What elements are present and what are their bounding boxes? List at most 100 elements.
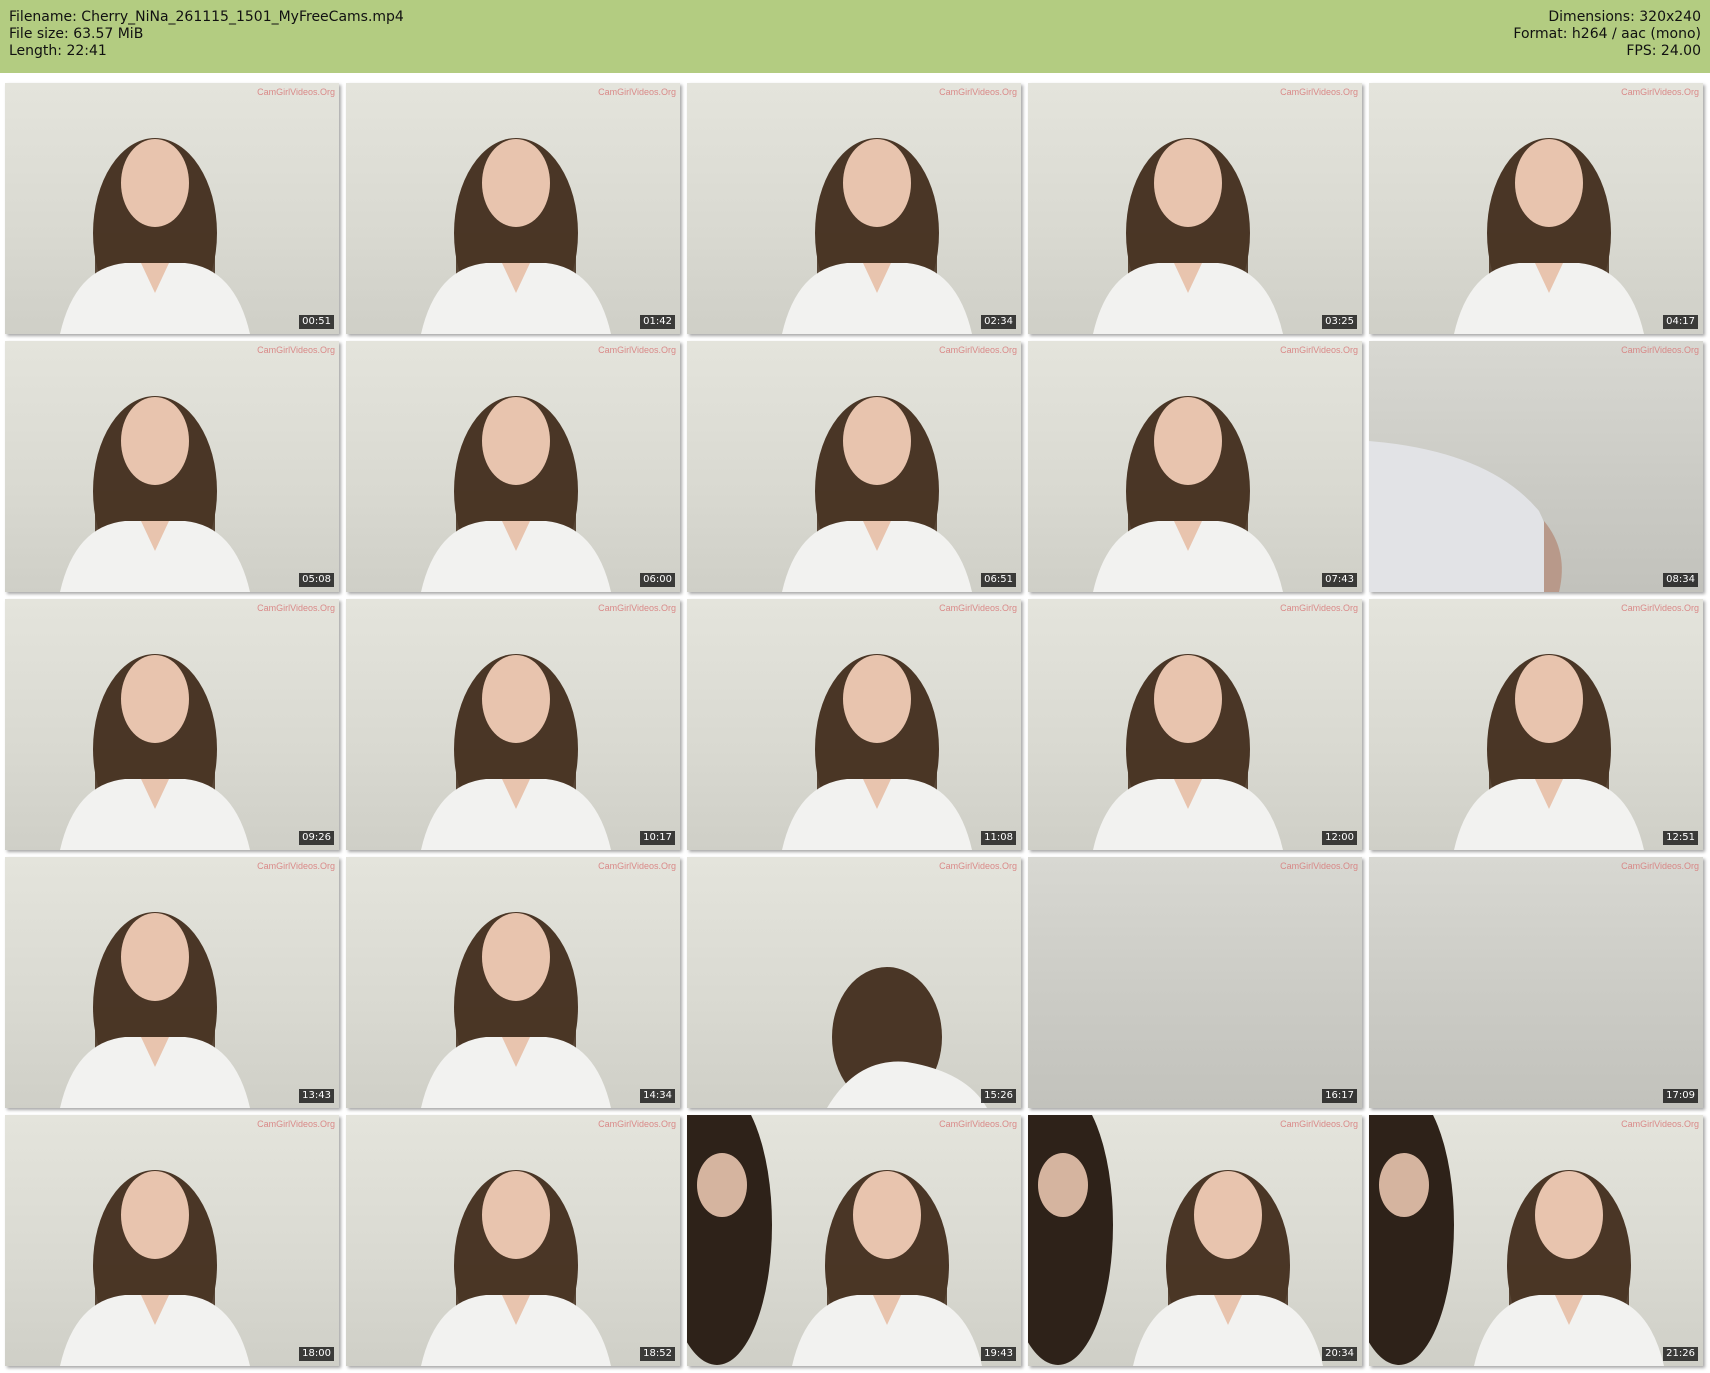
- frame-image: [1454, 654, 1644, 850]
- dimensions-text: Dimensions: 320x240: [1548, 9, 1701, 25]
- timestamp-label: 18:00: [299, 1347, 334, 1361]
- frame-image: [827, 967, 987, 1108]
- timestamp-label: 09:26: [299, 831, 334, 845]
- frame-image: [782, 138, 972, 334]
- video-frame-thumbnail: CamGirlVideos.Org 12:51: [1369, 599, 1703, 850]
- video-frame-thumbnail: CamGirlVideos.Org 05:08: [5, 341, 339, 592]
- watermark-text: CamGirlVideos.Org: [257, 603, 335, 613]
- frame-image: [1093, 396, 1283, 592]
- frame-image: [782, 396, 972, 592]
- frame-image: [1093, 654, 1283, 850]
- file-info: Filename: Cherry_NiNa_261115_1501_MyFree…: [9, 9, 404, 60]
- frame-image: [60, 654, 250, 850]
- video-frame-thumbnail: CamGirlVideos.Org 02:34: [687, 83, 1021, 334]
- timestamp-label: 11:08: [981, 831, 1016, 845]
- fps-text: FPS: 24.00: [1626, 43, 1701, 59]
- frame-image: [1028, 857, 1362, 1108]
- timestamp-label: 12:00: [1322, 831, 1357, 845]
- video-frame-thumbnail: CamGirlVideos.Org 18:52: [346, 1115, 680, 1366]
- video-frame-thumbnail: CamGirlVideos.Org 11:08: [687, 599, 1021, 850]
- watermark-text: CamGirlVideos.Org: [1621, 1119, 1699, 1129]
- timestamp-label: 03:25: [1322, 315, 1357, 329]
- frame-image: [60, 1170, 250, 1366]
- watermark-text: CamGirlVideos.Org: [257, 861, 335, 871]
- info-header: Filename: Cherry_NiNa_261115_1501_MyFree…: [0, 0, 1710, 73]
- watermark-text: CamGirlVideos.Org: [939, 861, 1017, 871]
- watermark-text: CamGirlVideos.Org: [1280, 603, 1358, 613]
- timestamp-label: 04:17: [1663, 315, 1698, 329]
- watermark-text: CamGirlVideos.Org: [1280, 87, 1358, 97]
- timestamp-label: 16:17: [1322, 1089, 1357, 1103]
- thumbnail-grid: CamGirlVideos.Org 00:51 CamGirlVideos.Or…: [5, 83, 1703, 1366]
- video-frame-thumbnail: CamGirlVideos.Org 13:43: [5, 857, 339, 1108]
- watermark-text: CamGirlVideos.Org: [1621, 87, 1699, 97]
- timestamp-label: 05:08: [299, 573, 334, 587]
- frame-image: [1454, 138, 1644, 334]
- watermark-text: CamGirlVideos.Org: [939, 603, 1017, 613]
- frame-image: [421, 912, 611, 1108]
- video-frame-thumbnail: CamGirlVideos.Org 12:00: [1028, 599, 1362, 850]
- timestamp-label: 10:17: [640, 831, 675, 845]
- length-text: Length: 22:41: [9, 43, 107, 59]
- watermark-text: CamGirlVideos.Org: [598, 603, 676, 613]
- watermark-text: CamGirlVideos.Org: [1621, 345, 1699, 355]
- frame-image: [421, 654, 611, 850]
- frame-image: [1369, 1115, 1664, 1366]
- timestamp-label: 15:26: [981, 1089, 1016, 1103]
- video-frame-thumbnail: CamGirlVideos.Org 04:17: [1369, 83, 1703, 334]
- timestamp-label: 21:26: [1663, 1347, 1698, 1361]
- frame-image: [782, 654, 972, 850]
- frame-image: [60, 138, 250, 334]
- timestamp-label: 07:43: [1322, 573, 1357, 587]
- timestamp-label: 02:34: [981, 315, 1016, 329]
- timestamp-label: 01:42: [640, 315, 675, 329]
- watermark-text: CamGirlVideos.Org: [598, 861, 676, 871]
- video-frame-thumbnail: CamGirlVideos.Org 19:43: [687, 1115, 1021, 1366]
- watermark-text: CamGirlVideos.Org: [939, 1119, 1017, 1129]
- watermark-text: CamGirlVideos.Org: [1280, 861, 1358, 871]
- video-frame-thumbnail: CamGirlVideos.Org 07:43: [1028, 341, 1362, 592]
- video-frame-thumbnail: CamGirlVideos.Org 01:42: [346, 83, 680, 334]
- video-frame-thumbnail: CamGirlVideos.Org 15:26: [687, 857, 1021, 1108]
- timestamp-label: 20:34: [1322, 1347, 1357, 1361]
- watermark-text: CamGirlVideos.Org: [257, 87, 335, 97]
- watermark-text: CamGirlVideos.Org: [1280, 345, 1358, 355]
- timestamp-label: 12:51: [1663, 831, 1698, 845]
- video-frame-thumbnail: CamGirlVideos.Org 08:34: [1369, 341, 1703, 592]
- frame-image: [1093, 138, 1283, 334]
- video-frame-thumbnail: CamGirlVideos.Org 16:17: [1028, 857, 1362, 1108]
- video-info: Dimensions: 320x240 Format: h264 / aac (…: [1513, 9, 1701, 60]
- timestamp-label: 08:34: [1663, 573, 1698, 587]
- timestamp-label: 14:34: [640, 1089, 675, 1103]
- video-frame-thumbnail: CamGirlVideos.Org 09:26: [5, 599, 339, 850]
- video-frame-thumbnail: CamGirlVideos.Org 17:09: [1369, 857, 1703, 1108]
- watermark-text: CamGirlVideos.Org: [257, 1119, 335, 1129]
- watermark-text: CamGirlVideos.Org: [1621, 603, 1699, 613]
- frame-image: [421, 138, 611, 334]
- watermark-text: CamGirlVideos.Org: [939, 87, 1017, 97]
- timestamp-label: 19:43: [981, 1347, 1016, 1361]
- frame-image: [421, 1170, 611, 1366]
- filename-text: Filename: Cherry_NiNa_261115_1501_MyFree…: [9, 9, 404, 25]
- video-frame-thumbnail: CamGirlVideos.Org 06:00: [346, 341, 680, 592]
- filesize-text: File size: 63.57 MiB: [9, 26, 144, 42]
- timestamp-label: 00:51: [299, 315, 334, 329]
- watermark-text: CamGirlVideos.Org: [257, 345, 335, 355]
- video-frame-thumbnail: CamGirlVideos.Org 21:26: [1369, 1115, 1703, 1366]
- video-frame-thumbnail: CamGirlVideos.Org 20:34: [1028, 1115, 1362, 1366]
- watermark-text: CamGirlVideos.Org: [1280, 1119, 1358, 1129]
- video-frame-thumbnail: CamGirlVideos.Org 03:25: [1028, 83, 1362, 334]
- video-frame-thumbnail: CamGirlVideos.Org 10:17: [346, 599, 680, 850]
- watermark-text: CamGirlVideos.Org: [1621, 861, 1699, 871]
- video-frame-thumbnail: CamGirlVideos.Org 06:51: [687, 341, 1021, 592]
- frame-image: [1028, 1115, 1323, 1366]
- frame-image: [1369, 857, 1703, 1108]
- timestamp-label: 17:09: [1663, 1089, 1698, 1103]
- video-frame-thumbnail: CamGirlVideos.Org 18:00: [5, 1115, 339, 1366]
- watermark-text: CamGirlVideos.Org: [939, 345, 1017, 355]
- video-frame-thumbnail: CamGirlVideos.Org 00:51: [5, 83, 339, 334]
- timestamp-label: 06:00: [640, 573, 675, 587]
- frame-image: [421, 396, 611, 592]
- timestamp-label: 18:52: [640, 1347, 675, 1361]
- video-frame-thumbnail: CamGirlVideos.Org 14:34: [346, 857, 680, 1108]
